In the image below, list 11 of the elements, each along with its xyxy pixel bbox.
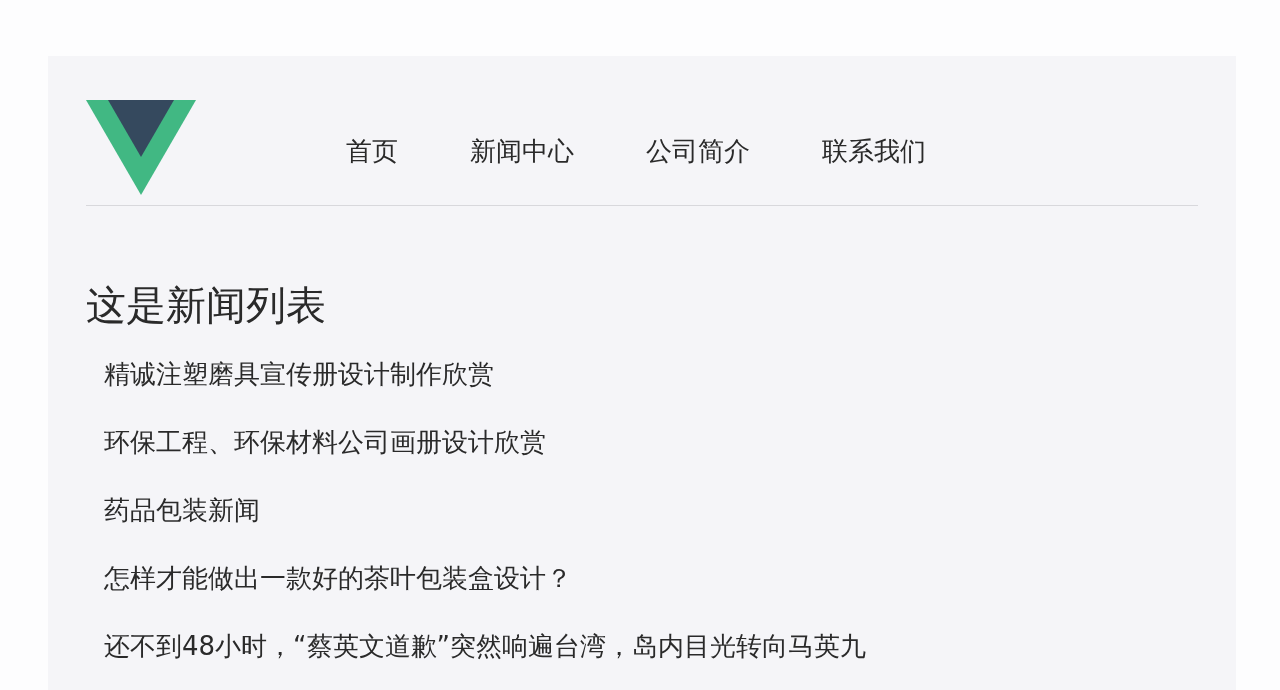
nav-link[interactable]: 联系我们 bbox=[822, 133, 926, 169]
news-link[interactable]: 环保工程、环保材料公司画册设计欣赏 bbox=[104, 424, 1198, 460]
news-link[interactable]: 还不到48小时，“蔡英文道歉”突然响遍台湾，岛内目光转向马英九 bbox=[104, 628, 1198, 664]
nav-link[interactable]: 首页 bbox=[346, 133, 398, 169]
news-link[interactable]: 药品包装新闻 bbox=[104, 492, 1198, 528]
v-logo-icon bbox=[86, 100, 196, 195]
news-link[interactable]: 精诚注塑磨具宣传册设计制作欣赏 bbox=[104, 356, 1198, 392]
page-heading: 这是新闻列表 bbox=[86, 281, 327, 330]
nav-link[interactable]: 公司简介 bbox=[646, 133, 750, 169]
nav-link[interactable]: 新闻中心 bbox=[470, 133, 574, 169]
news-link[interactable]: 怎样才能做出一款好的茶叶包装盒设计？ bbox=[104, 560, 1198, 596]
